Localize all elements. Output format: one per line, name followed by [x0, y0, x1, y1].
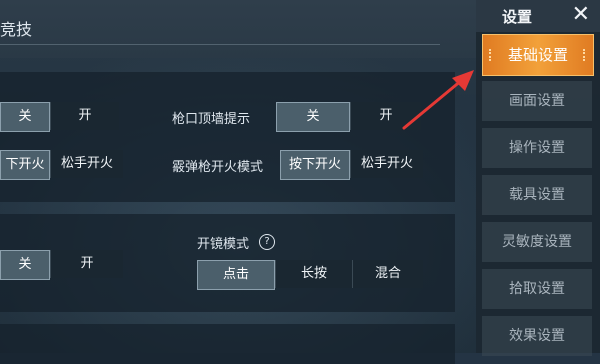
scope-mode-label: 开镜模式	[197, 237, 250, 252]
sidebar-item-basic[interactable]: 基础设置	[482, 34, 594, 76]
option-off[interactable]: 关	[0, 250, 50, 280]
option-release-fire[interactable]: 松手开火	[350, 150, 423, 178]
option-off[interactable]: 关	[276, 102, 350, 132]
sidebar-item-label: 画面设置	[509, 93, 565, 109]
close-icon[interactable]: ✕	[572, 2, 590, 27]
section-title: 竞技	[0, 20, 33, 39]
sidebar-item-label: 灵敏度设置	[502, 234, 572, 250]
sidebar-item-controls[interactable]: 操作设置	[482, 128, 592, 168]
option-hold[interactable]: 长按	[275, 260, 352, 288]
toggle-left-row1: 关 开	[0, 102, 119, 132]
option-on[interactable]: 开	[50, 250, 123, 278]
section-header: 竞技	[0, 0, 476, 58]
option-release-fire[interactable]: 松手开火	[50, 150, 123, 178]
header-divider	[0, 44, 440, 45]
option-press-fire[interactable]: 按下开火	[280, 150, 350, 180]
settings-sidebar: 设置 ✕ 基础设置 画面设置 操作设置 载具设置 灵敏度设置 拾取设置 效果设置	[476, 0, 600, 356]
option-off[interactable]: 关	[0, 102, 50, 132]
muzzle-wall-hint-label: 枪口顶墙提示	[172, 112, 251, 127]
sidebar-item-sensitivity[interactable]: 灵敏度设置	[482, 222, 592, 262]
sidebar-item-vehicle[interactable]: 载具设置	[482, 175, 592, 215]
shotgun-fire-mode-toggle: 按下开火 松手开火	[280, 150, 423, 180]
toggle-left-row3: 关 开	[0, 250, 123, 280]
option-mixed[interactable]: 混合	[352, 260, 423, 288]
decor-dots-right	[583, 49, 589, 61]
sidebar-item-label: 基础设置	[507, 46, 568, 64]
settings-panel-3	[0, 324, 455, 364]
option-tap[interactable]: 点击	[197, 260, 275, 290]
sidebar-item-graphics[interactable]: 画面设置	[482, 81, 592, 121]
settings-panel-1	[0, 72, 455, 202]
help-icon[interactable]: ?	[259, 234, 275, 250]
sidebar-item-label: 操作设置	[509, 140, 565, 156]
scope-mode-selector: 点击 长按 混合	[197, 260, 423, 290]
sidebar-title: 设置	[502, 8, 533, 26]
option-press-fire[interactable]: 下开火	[0, 150, 50, 180]
sidebar-item-label: 载具设置	[509, 187, 565, 203]
sidebar-header: 设置 ✕	[476, 0, 600, 32]
decor-dots-left	[489, 49, 495, 61]
shotgun-fire-mode-label: 霰弹枪开火模式	[172, 160, 264, 175]
sidebar-item-label: 拾取设置	[509, 281, 565, 297]
option-on[interactable]: 开	[350, 102, 421, 130]
sidebar-item-pickup[interactable]: 拾取设置	[482, 269, 592, 309]
option-on[interactable]: 开	[50, 102, 119, 130]
muzzle-wall-hint-toggle: 关 开	[276, 102, 421, 132]
fire-mode-left: 下开火 松手开火	[0, 150, 123, 180]
sidebar-item-label: 效果设置	[509, 328, 565, 344]
sidebar-item-effects[interactable]: 效果设置	[482, 316, 592, 356]
